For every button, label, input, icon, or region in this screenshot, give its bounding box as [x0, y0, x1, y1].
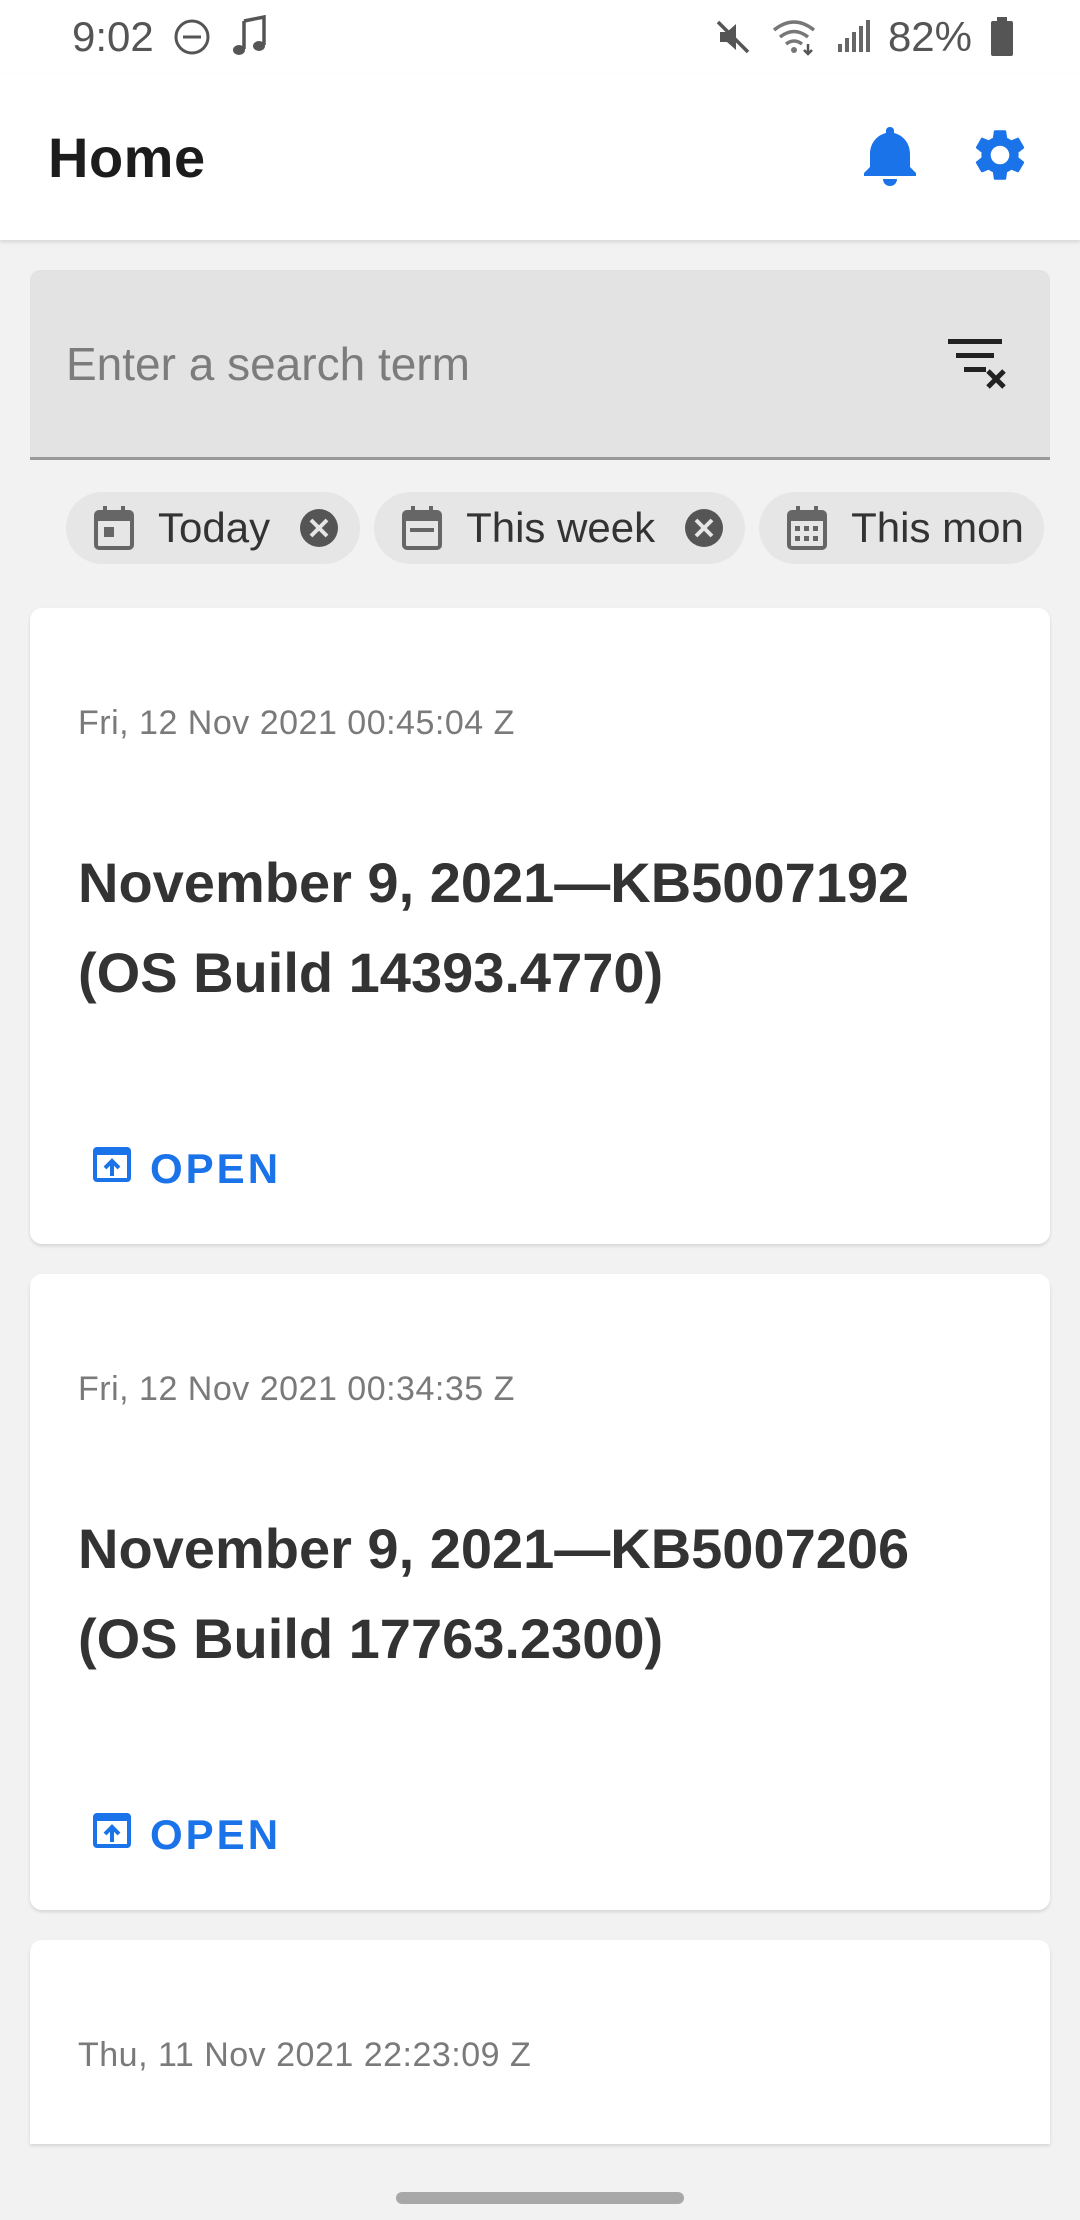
calendar-week-icon — [400, 504, 444, 552]
open-in-app-icon — [92, 1144, 132, 1194]
battery-percent: 82% — [887, 13, 972, 60]
close-circle-icon[interactable] — [683, 507, 725, 549]
card-title: November 9, 2021—KB5007192 (OS Build 143… — [78, 851, 910, 1004]
gear-icon — [969, 124, 1031, 191]
open-label: OPEN — [150, 1811, 282, 1858]
filter-clear-icon — [946, 333, 1008, 394]
app-bar-actions — [858, 125, 1032, 189]
status-right: 82% — [714, 13, 1014, 61]
open-label: OPEN — [150, 1145, 282, 1192]
gesture-nav-bar[interactable] — [396, 2192, 684, 2204]
chip-this-week[interactable]: This week — [374, 492, 746, 564]
feed-card: Fri, 12 Nov 2021 00:34:35 Z November 9, … — [30, 1274, 1050, 1910]
close-circle-icon[interactable] — [298, 507, 340, 549]
date-filter-chips: Today This week This mon — [66, 492, 1050, 564]
wifi-icon — [770, 18, 818, 56]
chip-this-month[interactable]: This mon — [759, 492, 1044, 564]
clear-filters-button[interactable] — [942, 329, 1012, 399]
mute-icon — [714, 18, 752, 56]
card-date: Thu, 11 Nov 2021 22:23:09 Z — [78, 2036, 532, 2074]
notifications-button[interactable] — [858, 125, 922, 189]
status-left: 9:02 — [72, 13, 270, 61]
chip-label: Today — [158, 504, 271, 551]
chip-label: This mon — [851, 504, 1024, 551]
chip-today[interactable]: Today — [66, 492, 361, 564]
search-input[interactable] — [66, 336, 866, 391]
calendar-today-icon — [92, 504, 136, 552]
signal-icon — [836, 20, 870, 54]
dnd-icon — [172, 17, 212, 57]
status-bar: 9:02 82% — [0, 0, 1080, 74]
open-button[interactable]: OPEN — [92, 1144, 281, 1194]
card-title: November 9, 2021—KB5007206 (OS Build 177… — [78, 1517, 910, 1670]
settings-button[interactable] — [968, 125, 1032, 189]
bell-icon — [860, 123, 920, 192]
battery-icon — [990, 17, 1014, 57]
open-button[interactable]: OPEN — [92, 1810, 281, 1860]
search-field — [30, 270, 1050, 460]
calendar-month-icon — [785, 504, 829, 552]
open-in-app-icon — [92, 1810, 132, 1860]
status-time: 9:02 — [72, 13, 154, 60]
feed-card: Fri, 12 Nov 2021 00:45:04 Z November 9, … — [30, 608, 1050, 1244]
page-title: Home — [48, 125, 206, 189]
card-date: Fri, 12 Nov 2021 00:34:35 Z — [78, 1370, 515, 1408]
app-bar: Home — [0, 74, 1080, 240]
card-date: Fri, 12 Nov 2021 00:45:04 Z — [78, 704, 515, 742]
music-note-icon — [230, 15, 270, 59]
feed-card: Thu, 11 Nov 2021 22:23:09 Z — [30, 1940, 1050, 2144]
chip-label: This week — [466, 504, 656, 551]
